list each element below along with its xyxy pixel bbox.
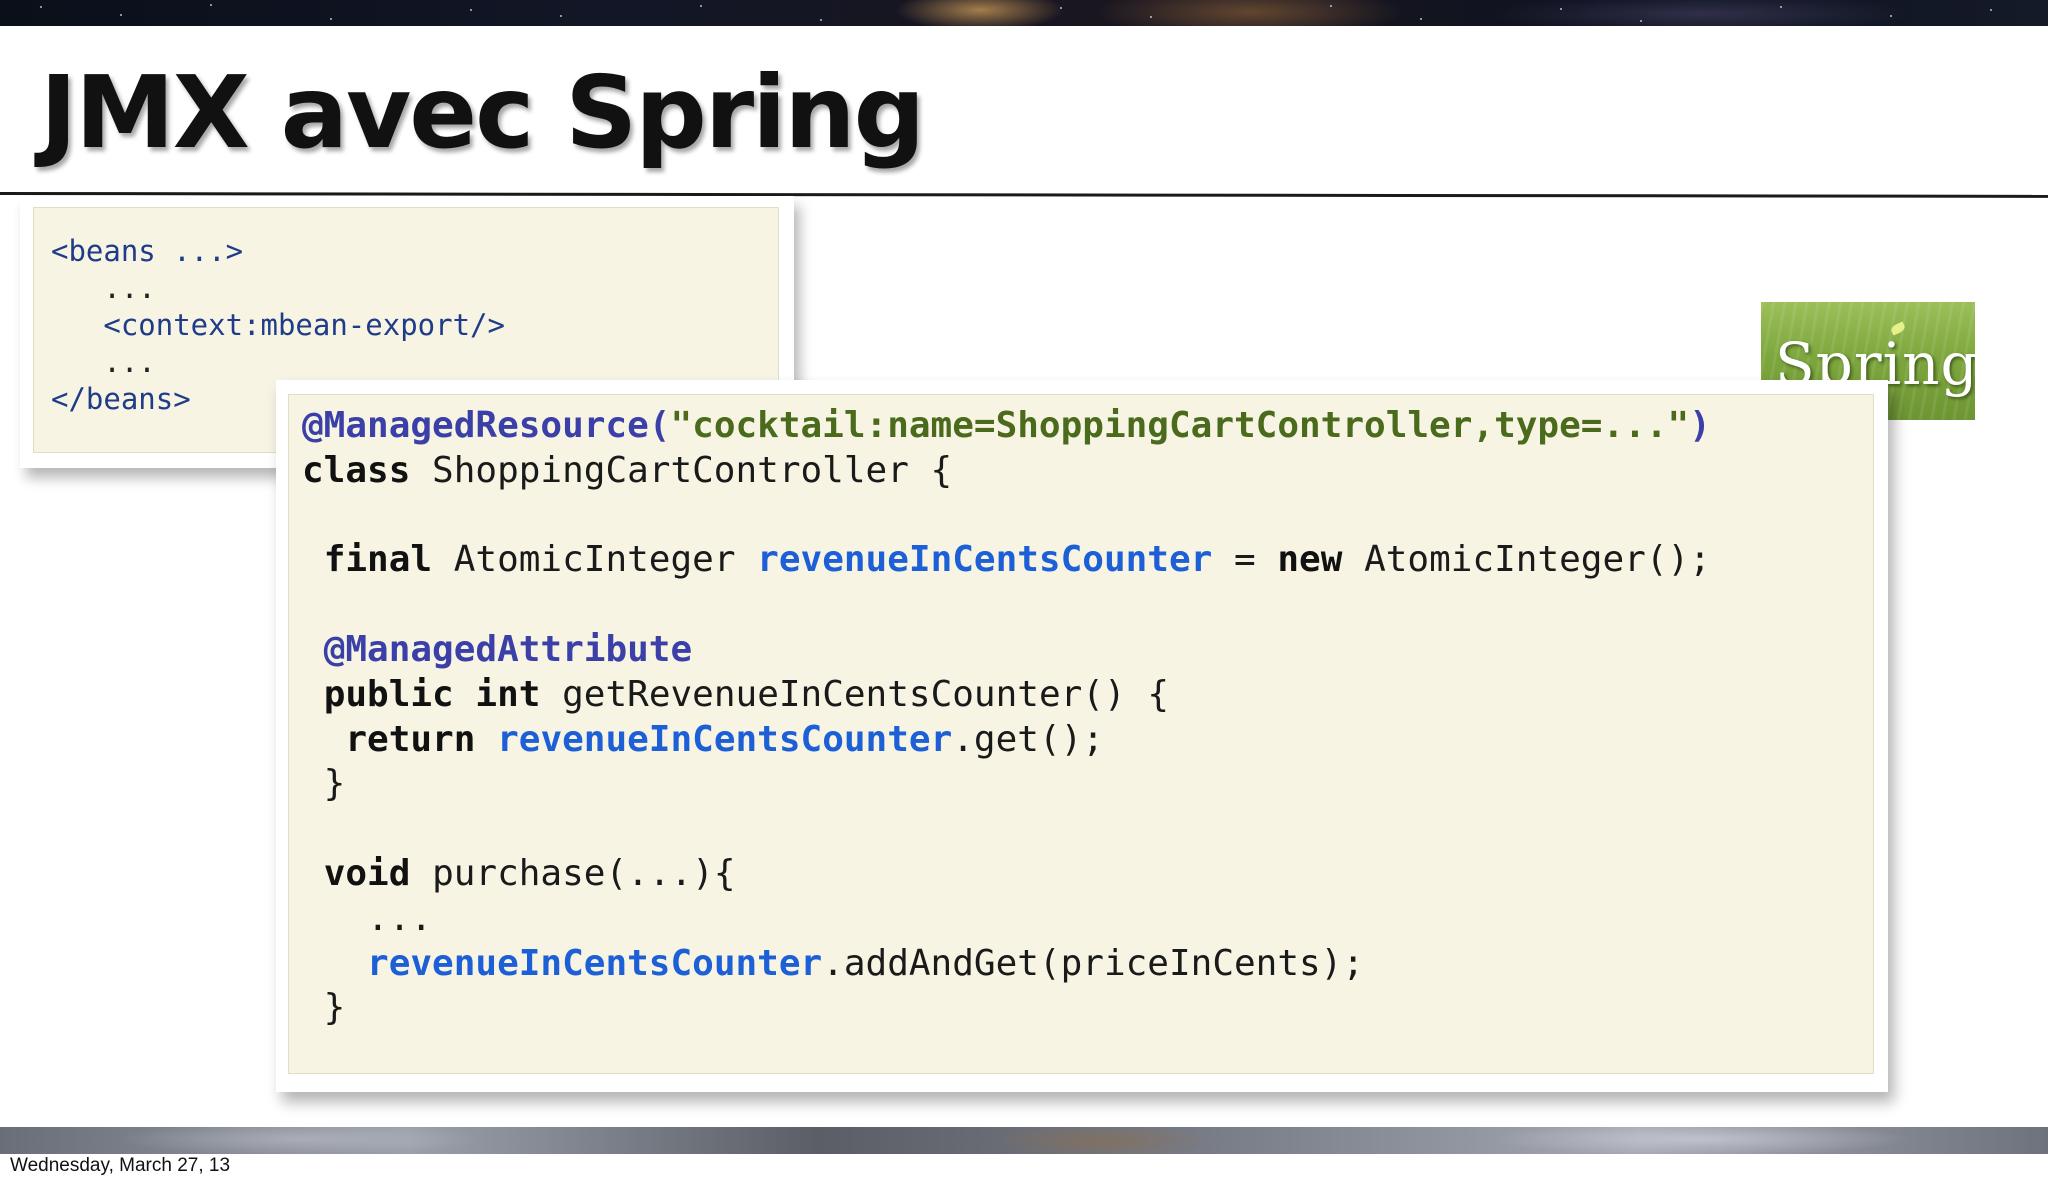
bottom-space-banner xyxy=(0,1127,2048,1154)
star-decoration xyxy=(40,6,42,8)
star-decoration xyxy=(1890,15,1892,17)
star-decoration xyxy=(1560,8,1562,10)
star-decoration xyxy=(700,5,702,7)
star-decoration xyxy=(1060,7,1062,9)
star-decoration xyxy=(120,14,122,16)
footer-date: Wednesday, March 27, 13 xyxy=(10,1155,231,1176)
java-line-4: final AtomicInteger revenueInCentsCounte… xyxy=(323,539,1711,581)
xml-line-5: </beans> xyxy=(51,382,191,416)
java-line-11: void purchase(...){ xyxy=(323,852,736,894)
title-area: JMX avec Spring xyxy=(0,26,2048,194)
star-decoration xyxy=(470,9,472,11)
star-decoration xyxy=(1640,20,1642,22)
xml-line-3: <context:mbean-export/> xyxy=(51,308,505,342)
star-decoration xyxy=(820,19,822,21)
java-code-snippet: @ManagedResource("cocktail:name=Shopping… xyxy=(276,380,1888,1092)
java-line-8: return revenueInCentsCounter.get(); xyxy=(345,718,1104,760)
java-line-13: revenueInCentsCounter.addAndGet(priceInC… xyxy=(367,942,1365,984)
xml-line-4: ... xyxy=(51,345,156,379)
java-line-7: public int getRevenueInCentsCounter() { xyxy=(323,673,1169,715)
xml-line-2: ... xyxy=(51,271,156,305)
java-line-9: } xyxy=(302,763,346,805)
top-space-banner xyxy=(0,0,2048,26)
star-decoration xyxy=(1420,18,1422,20)
star-decoration xyxy=(1780,6,1782,8)
slide-title: JMX avec Spring xyxy=(40,54,925,171)
java-line-12: ... xyxy=(302,897,433,939)
star-decoration xyxy=(1330,5,1332,7)
star-decoration xyxy=(1150,16,1152,18)
star-decoration xyxy=(210,4,212,6)
star-decoration xyxy=(560,15,562,17)
star-decoration xyxy=(330,18,332,20)
star-decoration xyxy=(1990,9,1992,11)
java-line-1: @ManagedResource("cocktail:name=Shopping… xyxy=(302,405,1711,446)
java-line-6: @ManagedAttribute xyxy=(323,628,693,670)
java-code-block: @ManagedResource("cocktail:name=Shopping… xyxy=(302,404,1711,1031)
java-line-2: class ShoppingCartController { xyxy=(302,449,953,491)
xml-line-1: <beans ...> xyxy=(51,234,244,268)
java-line-14: } xyxy=(302,987,346,1029)
